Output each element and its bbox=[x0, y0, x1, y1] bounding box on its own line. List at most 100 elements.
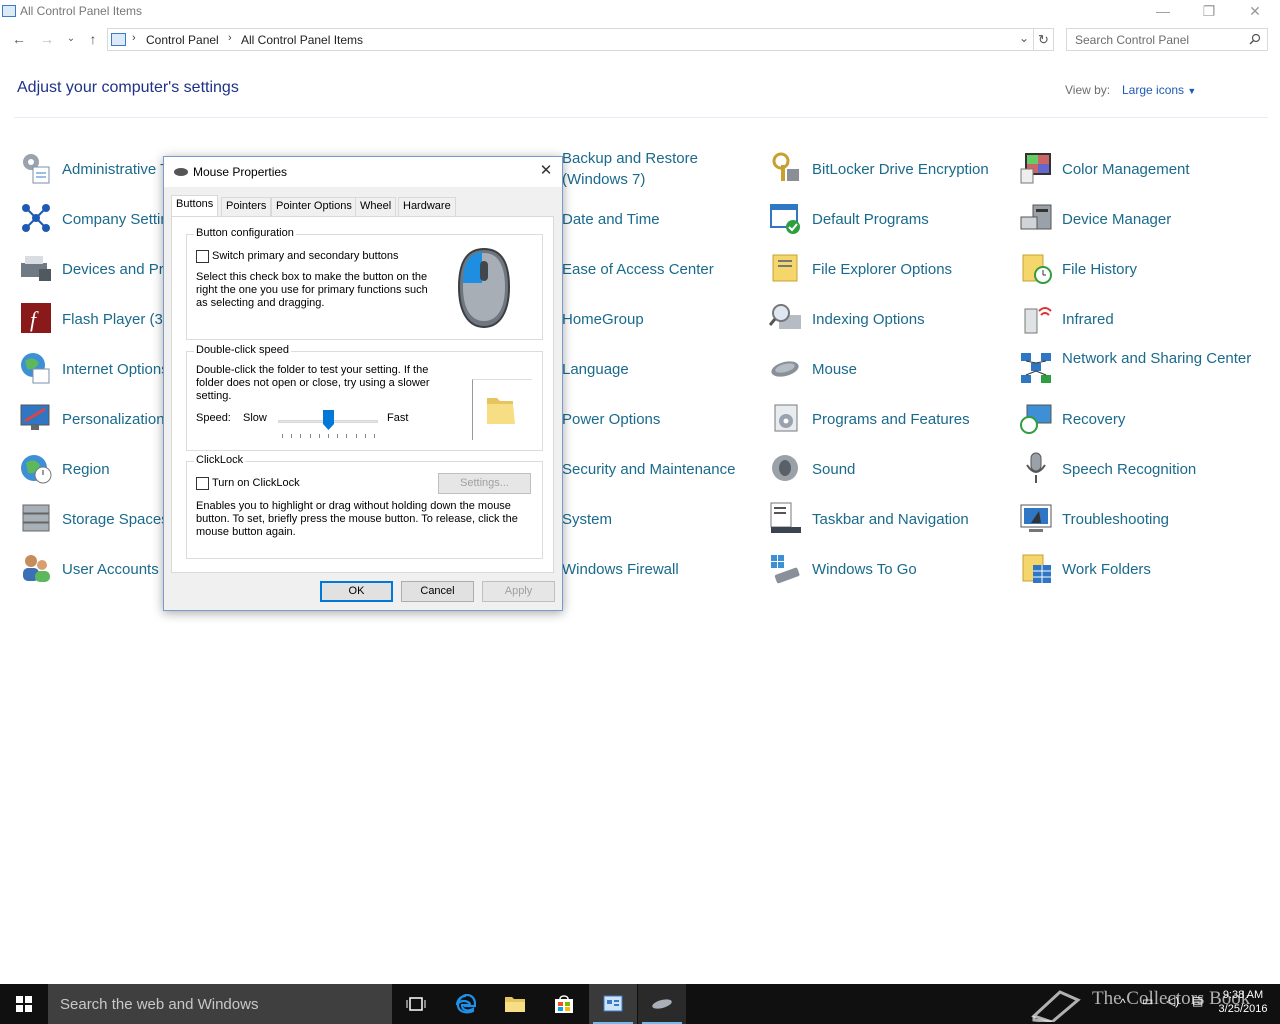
item-troubleshooting[interactable]: Troubleshooting bbox=[1019, 495, 1264, 543]
back-arrow-icon[interactable]: ← bbox=[10, 30, 28, 48]
checkbox-label: Switch primary and secondary buttons bbox=[212, 250, 399, 262]
item-label: Internet Options bbox=[62, 361, 169, 378]
item-label: Color Management bbox=[1062, 161, 1190, 178]
refresh-icon[interactable]: ↻ bbox=[1034, 28, 1054, 51]
checkbox-label: Turn on ClickLock bbox=[212, 477, 300, 489]
item-label: Personalization bbox=[62, 411, 165, 428]
task-view-icon bbox=[406, 997, 426, 1011]
item-color-management[interactable]: Color Management bbox=[1019, 145, 1264, 193]
item-label: System bbox=[562, 511, 613, 528]
item-windows-to-go[interactable]: Windows To Go bbox=[769, 545, 1014, 593]
slider-tick bbox=[364, 434, 366, 438]
file-explorer-taskbar-button[interactable] bbox=[491, 984, 539, 1024]
item-programs-and-features[interactable]: Programs and Features bbox=[769, 395, 1014, 443]
item-label: Windows Firewall bbox=[562, 561, 679, 578]
watermark-book-logo bbox=[1031, 990, 1081, 1022]
speed-slider-thumb[interactable] bbox=[323, 410, 334, 430]
breadcrumb-all-items[interactable]: All Control Panel Items bbox=[241, 33, 363, 47]
network-tray-icon[interactable]: ▭ bbox=[1142, 994, 1153, 1024]
item-infrared[interactable]: Infrared bbox=[1019, 295, 1264, 343]
item-default-programs[interactable]: Default Programs bbox=[769, 195, 1014, 243]
item-label: Work Folders bbox=[1062, 561, 1151, 578]
item-label: BitLocker Drive Encryption bbox=[812, 161, 989, 178]
infrared-icon bbox=[1024, 307, 1052, 334]
taskbar-search-box[interactable]: Search the web and Windows bbox=[48, 984, 392, 1024]
item-recovery[interactable]: Recovery bbox=[1019, 395, 1264, 443]
restore-button[interactable]: ❐ bbox=[1186, 0, 1232, 24]
window-title: All Control Panel Items bbox=[20, 4, 143, 18]
up-arrow-icon[interactable]: ↑ bbox=[84, 30, 102, 48]
folder-icon[interactable] bbox=[485, 392, 517, 426]
usb-drive-icon bbox=[771, 555, 800, 584]
control-panel-taskbar-button[interactable] bbox=[589, 984, 637, 1024]
ok-button[interactable]: OK bbox=[320, 581, 393, 602]
volume-tray-icon[interactable]: ◁) bbox=[1166, 994, 1179, 1024]
clicklock-checkbox[interactable] bbox=[196, 477, 209, 490]
dialog-title: Mouse Properties bbox=[193, 165, 288, 179]
address-bar[interactable]: › Control Panel › All Control Panel Item… bbox=[107, 28, 1034, 51]
description-text: Select this check box to make the button… bbox=[196, 271, 428, 309]
recent-locations-chevron-icon[interactable]: ⌄ bbox=[62, 30, 80, 48]
item-sound[interactable]: Sound bbox=[769, 445, 1014, 493]
indexing-icon bbox=[769, 304, 801, 329]
dialog-close-icon[interactable]: ✕ bbox=[536, 161, 556, 181]
taskbar-clock[interactable]: 9:38 AM 3/25/2016 bbox=[1212, 988, 1274, 1016]
tab-pointer-options[interactable]: Pointer Options bbox=[271, 197, 357, 216]
tab-hardware[interactable]: Hardware bbox=[398, 197, 456, 216]
start-button[interactable] bbox=[0, 984, 48, 1024]
forward-arrow-icon[interactable]: → bbox=[38, 30, 56, 48]
description-text: Enables you to highlight or drag without… bbox=[196, 500, 518, 538]
file-history-icon bbox=[1022, 254, 1052, 284]
clock-time: 9:38 AM bbox=[1222, 989, 1264, 1001]
default-programs-icon bbox=[770, 204, 800, 234]
store-icon bbox=[555, 995, 573, 1013]
apply-button[interactable]: Apply bbox=[482, 581, 555, 602]
item-bitlocker[interactable]: BitLocker Drive Encryption bbox=[769, 145, 1014, 193]
breadcrumb-control-panel[interactable]: Control Panel bbox=[146, 33, 219, 47]
navigation-bar: ← → ⌄ ↑ › Control Panel › All Control Pa… bbox=[0, 26, 1280, 54]
item-network-and-sharing[interactable]: Network and Sharing Center bbox=[1019, 345, 1264, 393]
tab-wheel[interactable]: Wheel bbox=[355, 197, 397, 216]
edge-taskbar-button[interactable] bbox=[442, 984, 490, 1024]
item-label: Mouse bbox=[812, 361, 858, 378]
action-center-icon[interactable]: ▤ bbox=[1192, 994, 1203, 1024]
item-label: Default Programs bbox=[812, 211, 929, 228]
item-label: Troubleshooting bbox=[1062, 511, 1170, 528]
store-taskbar-button[interactable] bbox=[540, 984, 588, 1024]
item-label: Region bbox=[62, 461, 110, 478]
item-work-folders[interactable]: Work Folders bbox=[1019, 545, 1264, 593]
control-panel-icon bbox=[2, 5, 16, 17]
slider-tick bbox=[282, 434, 283, 438]
device-manager-icon bbox=[1020, 204, 1052, 230]
personalization-icon bbox=[20, 404, 50, 430]
item-indexing-options[interactable]: Indexing Options bbox=[769, 295, 1014, 343]
task-view-button[interactable] bbox=[392, 984, 440, 1024]
search-input[interactable]: Search Control Panel bbox=[1066, 28, 1268, 51]
windows-logo-icon bbox=[16, 996, 32, 1012]
close-button[interactable]: ✕ bbox=[1232, 0, 1278, 24]
switch-buttons-checkbox[interactable] bbox=[196, 250, 209, 263]
item-speech-recognition[interactable]: Speech Recognition bbox=[1019, 445, 1264, 493]
item-device-manager[interactable]: Device Manager bbox=[1019, 195, 1264, 243]
item-label: Network and Sharing Center bbox=[1062, 350, 1252, 367]
chevron-down-icon[interactable]: ⌄ bbox=[1019, 31, 1029, 45]
cancel-button[interactable]: Cancel bbox=[401, 581, 474, 602]
view-by-dropdown[interactable]: Large icons ▼ bbox=[1122, 83, 1196, 97]
item-taskbar-and-navigation[interactable]: Taskbar and Navigation bbox=[769, 495, 1014, 543]
mouse-properties-taskbar-button[interactable] bbox=[638, 984, 686, 1024]
network-icon bbox=[1021, 353, 1051, 383]
minimize-button[interactable]: — bbox=[1140, 0, 1186, 24]
item-file-explorer-options[interactable]: File Explorer Options bbox=[769, 245, 1014, 293]
show-hidden-icons-chevron-icon[interactable]: ^ bbox=[1120, 996, 1126, 1024]
tab-pointers[interactable]: Pointers bbox=[221, 197, 272, 216]
description-text: Double-click the folder to test your set… bbox=[196, 364, 430, 402]
tab-buttons[interactable]: Buttons bbox=[171, 195, 219, 216]
item-mouse[interactable]: Mouse bbox=[769, 345, 1014, 393]
mouse-illustration-icon bbox=[457, 247, 511, 329]
caret-down-icon: ▼ bbox=[1187, 86, 1197, 96]
item-file-history[interactable]: File History bbox=[1019, 245, 1264, 293]
test-folder-area[interactable] bbox=[472, 379, 532, 440]
flash-player-icon: f bbox=[21, 303, 51, 333]
clicklock-settings-button[interactable]: Settings... bbox=[438, 473, 531, 494]
slider-tick bbox=[355, 434, 357, 438]
